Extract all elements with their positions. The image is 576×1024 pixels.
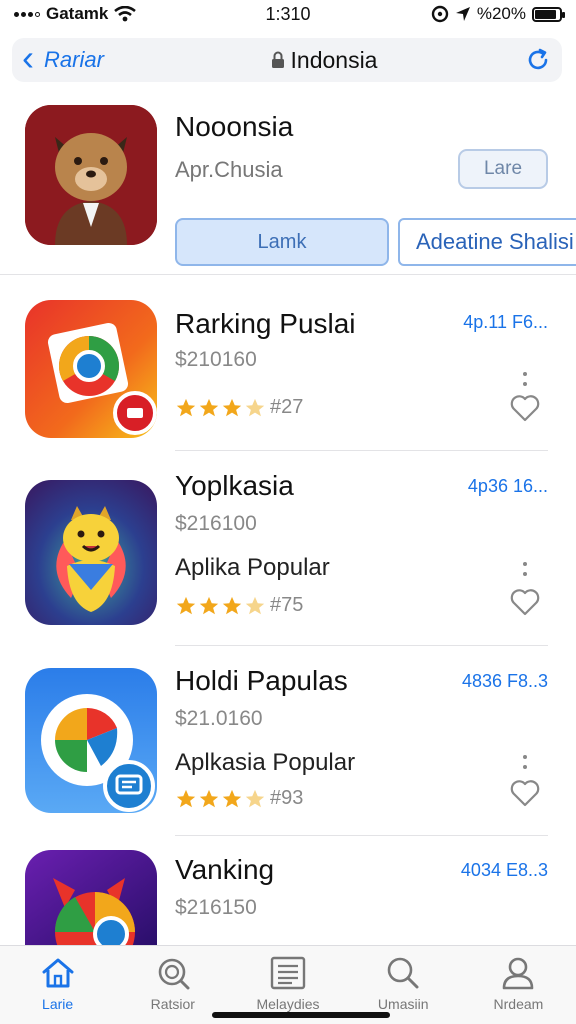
list-item[interactable]: Rarking Puslai $210160 #27 4p.11 F6... [0,290,576,451]
list-icon [270,956,306,990]
item-title[interactable]: Vanking [175,854,274,886]
rating-count: #75 [270,594,304,616]
item-title[interactable]: Rarking Puslai [175,308,356,340]
item-meta: 4034 E8..3 [460,860,548,880]
item-price: $210160 [175,348,257,371]
back-button[interactable]: Rariar [44,47,164,73]
item-rating: #75 [175,594,303,617]
featured-app-subtitle: Apr.Chusia [175,157,283,182]
tab-profile[interactable]: Nrdeam [461,946,576,1024]
tab-home[interactable]: Larie [0,946,115,1024]
status-time: 1:310 [265,3,311,24]
home-icon [42,958,74,988]
rating-count: #27 [270,396,304,418]
status-right: %20% [362,4,565,24]
battery-percent: %20% [476,4,526,23]
app-icon[interactable] [25,300,157,438]
battery-icon [532,6,565,22]
signal-dots-icon [14,11,40,17]
divider [175,835,548,836]
item-rating: #27 [175,396,303,419]
rating-count: #93 [270,787,304,809]
tab-label: Larie [42,996,74,1012]
back-chevron-icon[interactable]: ‹ [22,40,44,76]
tab-label: Nrdeam [493,996,544,1012]
featured-app: Nooonsia Apr.Chusia Lare Lamk Adeatine S… [0,95,576,275]
heart-icon[interactable] [510,394,540,422]
item-rating: #93 [175,787,303,810]
tab-label: Melaydies [256,996,320,1012]
home-indicator[interactable] [212,1012,390,1018]
more-options-icon[interactable] [520,562,530,576]
more-options-icon[interactable] [520,755,530,769]
alarm-icon [431,5,449,23]
app-icon[interactable] [25,668,157,813]
featured-primary-button[interactable]: Lamk [175,218,389,266]
star-rating-icon [175,595,266,617]
status-left: Gatamk [14,4,214,24]
person-icon [503,957,534,990]
app-icon[interactable] [25,850,157,945]
divider [175,450,548,451]
tab-label: Umasiin [377,996,429,1012]
item-subtitle: Aplika Popular [175,554,330,581]
heart-icon[interactable] [510,588,540,616]
lock-icon [271,51,284,68]
featured-small-button[interactable]: Lare [458,149,548,189]
divider [175,645,548,646]
featured-secondary-button[interactable]: Adeatine Shalisi [398,218,576,266]
star-rating-icon [175,397,266,419]
item-price: $216100 [175,512,257,535]
item-meta: 4836 F8..3 [461,671,548,691]
item-subtitle: Aplkasia Popular [175,749,356,776]
item-price: $216150 [175,896,257,919]
wifi-icon [114,6,137,22]
item-title[interactable]: Holdi Papulas [175,665,348,697]
app-icon[interactable] [25,480,157,625]
status-bar: Gatamk 1:310 %20% [0,0,576,28]
list-item[interactable]: Yoplkasia $216100 Aplika Popular #75 4p3… [0,470,576,646]
location-arrow-icon [455,7,470,21]
featured-app-icon[interactable] [25,105,157,245]
carrier-label: Gatamk [46,4,109,23]
page-title-container: Indonsia [164,47,484,74]
featured-app-title[interactable]: Nooonsia [175,111,293,143]
list-item[interactable]: Holdi Papulas $21.0160 Aplkasia Popular … [0,665,576,836]
item-title[interactable]: Yoplkasia [175,470,294,502]
item-price: $21.0160 [175,707,263,730]
item-meta: 4p.11 F6... [463,312,548,332]
search-badge-icon [158,958,190,990]
more-options-icon[interactable] [520,372,530,386]
reload-icon[interactable] [524,46,552,74]
star-rating-icon [175,788,266,810]
navigation-bar: ‹ Rariar Indonsia [12,38,562,82]
item-meta: 4p36 16... [467,476,548,496]
tab-label: Ratsior [150,996,195,1012]
page-title: Indonsia [290,46,378,73]
search-icon [387,957,419,989]
heart-icon[interactable] [510,779,540,807]
